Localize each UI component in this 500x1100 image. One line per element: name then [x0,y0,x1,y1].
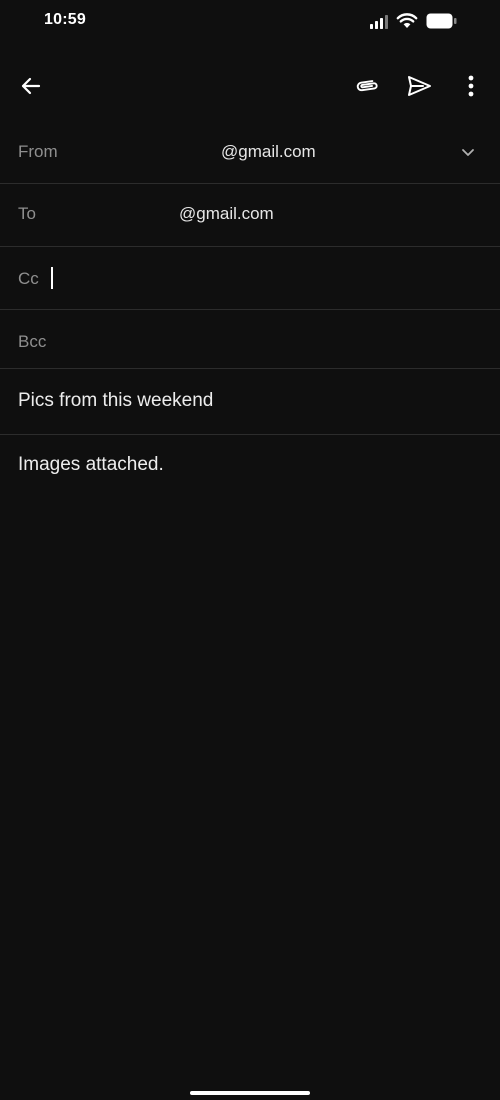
to-recipient[interactable]: @gmail.com [179,204,274,224]
compose-toolbar [0,58,500,114]
from-label: From [18,142,58,161]
from-dropdown-button[interactable] [456,140,480,164]
cc-input[interactable] [51,269,251,291]
from-row[interactable]: From @gmail.com [0,120,500,184]
bcc-input[interactable] [60,332,260,354]
bcc-label: Bcc [18,332,47,351]
message-body[interactable]: Images attached. [0,435,500,1075]
text-cursor [51,267,53,289]
status-icons [370,12,460,32]
paperclip-icon [356,80,378,92]
cellular-signal-icon [370,15,388,29]
send-icon [408,76,431,96]
send-button[interactable] [403,70,435,102]
attach-button[interactable] [350,70,382,102]
more-vert-icon [468,75,474,97]
battery-icon [426,13,457,29]
to-row[interactable]: To @gmail.com [0,184,500,247]
cc-label: Cc [18,269,39,288]
chevron-down-icon [462,149,474,156]
home-indicator[interactable] [190,1091,310,1095]
subject-row[interactable]: Pics from this weekend [0,369,500,435]
bcc-row[interactable]: Bcc [0,310,500,369]
back-button[interactable] [15,70,47,102]
subject-field[interactable]: Pics from this weekend [18,390,213,412]
status-time: 10:59 [44,11,86,28]
from-value[interactable]: @gmail.com [221,142,316,162]
arrow-left-icon [21,77,41,95]
cc-row[interactable]: Cc [0,247,500,310]
message-body-text[interactable]: Images attached. [18,454,164,476]
status-bar: 10:59 [0,0,500,44]
wifi-icon [396,13,418,28]
more-options-button[interactable] [455,70,487,102]
to-label: To [18,204,36,223]
